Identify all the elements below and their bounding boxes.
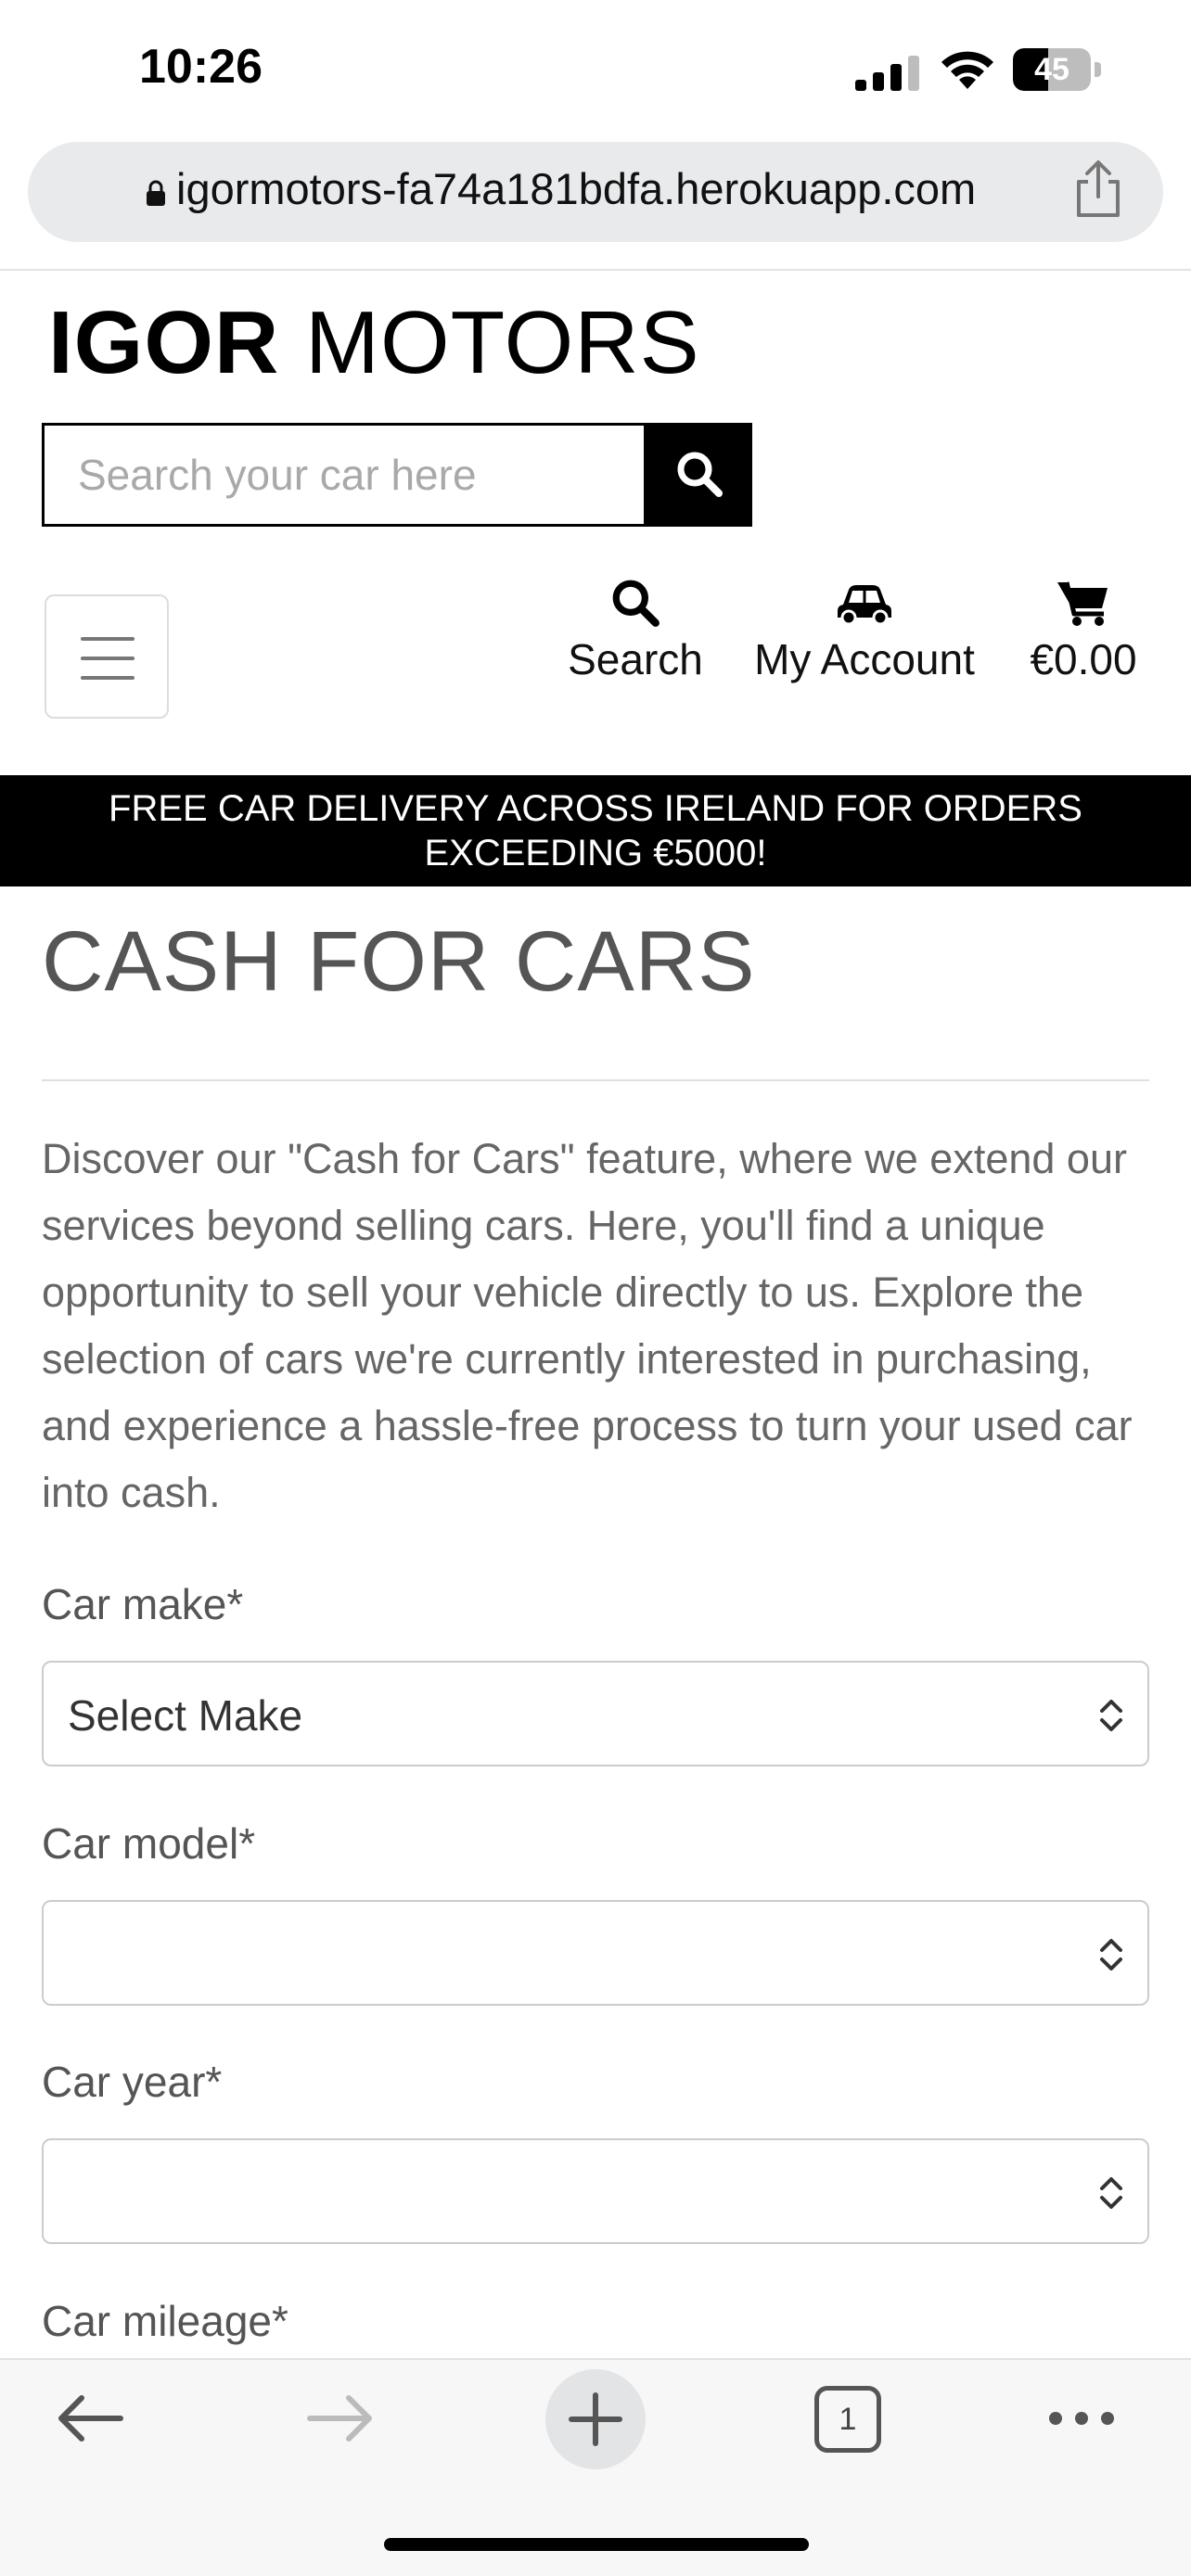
- car-year-label: Car year*: [42, 2058, 223, 2106]
- back-arrow-icon[interactable]: [54, 2392, 124, 2444]
- forward-arrow-icon[interactable]: [306, 2392, 377, 2444]
- search-submit-button[interactable]: [647, 423, 752, 527]
- shopping-cart-icon: [1057, 581, 1108, 626]
- car-year-select[interactable]: [42, 2138, 1149, 2244]
- tabs-button[interactable]: 1: [814, 2386, 881, 2453]
- banner-line-1: FREE CAR DELIVERY ACROSS IRELAND FOR ORD…: [109, 788, 1082, 829]
- status-time: 10:26: [139, 40, 263, 94]
- more-options-icon[interactable]: [1046, 2407, 1117, 2429]
- nav-account-label: My Account: [754, 635, 975, 683]
- select-arrows-icon: [1100, 1700, 1122, 1731]
- url-text[interactable]: igormotors-fa74a181bdfa.herokuapp.com: [176, 163, 976, 214]
- car-make-value: Select Make: [68, 1691, 303, 1740]
- nav-cart-link[interactable]: €0.00: [1015, 577, 1152, 684]
- page-title: CASH FOR CARS: [42, 914, 756, 1009]
- divider: [42, 1079, 1149, 1081]
- car-model-select[interactable]: [42, 1900, 1149, 2006]
- search-field[interactable]: [42, 423, 647, 527]
- car-icon: [838, 585, 891, 626]
- select-arrows-icon: [1100, 1939, 1122, 1970]
- nav-account-link[interactable]: My Account: [742, 577, 987, 684]
- share-icon[interactable]: [1071, 159, 1125, 219]
- wifi-icon: [941, 51, 993, 89]
- divider: [0, 269, 1191, 271]
- new-tab-button[interactable]: [545, 2369, 646, 2469]
- battery-icon: 45: [1013, 48, 1102, 91]
- delivery-banner: FREE CAR DELIVERY ACROSS IRELAND FOR ORD…: [0, 775, 1191, 886]
- nav-cart-total: €0.00: [1030, 635, 1137, 683]
- home-indicator: [384, 2538, 809, 2551]
- intro-text: Discover our "Cash for Cars" feature, wh…: [42, 1135, 1133, 1516]
- search-icon: [612, 580, 660, 627]
- cellular-signal-icon: [855, 56, 919, 91]
- search-icon: [677, 452, 723, 497]
- lock-icon: [147, 180, 165, 206]
- hamburger-icon: [81, 637, 134, 641]
- select-arrows-icon: [1100, 2177, 1122, 2209]
- logo-light-text: MOTORS: [279, 293, 700, 392]
- nav-search-link[interactable]: Search: [557, 577, 714, 684]
- car-model-label: Car model*: [42, 1819, 256, 1868]
- car-mileage-label: Car mileage*: [42, 2297, 288, 2345]
- car-make-select[interactable]: Select Make: [42, 1661, 1149, 1766]
- logo-bold-text: IGOR: [48, 293, 280, 392]
- banner-line-2: EXCEEDING €5000!: [424, 833, 767, 874]
- search-input[interactable]: [45, 426, 644, 524]
- battery-level: 45: [1034, 52, 1069, 87]
- car-make-label: Car make*: [42, 1580, 244, 1628]
- plus-icon: [569, 2392, 622, 2446]
- site-logo[interactable]: IGOR MOTORS: [48, 292, 700, 394]
- nav-search-label: Search: [568, 635, 703, 683]
- menu-toggle-button[interactable]: [45, 594, 169, 719]
